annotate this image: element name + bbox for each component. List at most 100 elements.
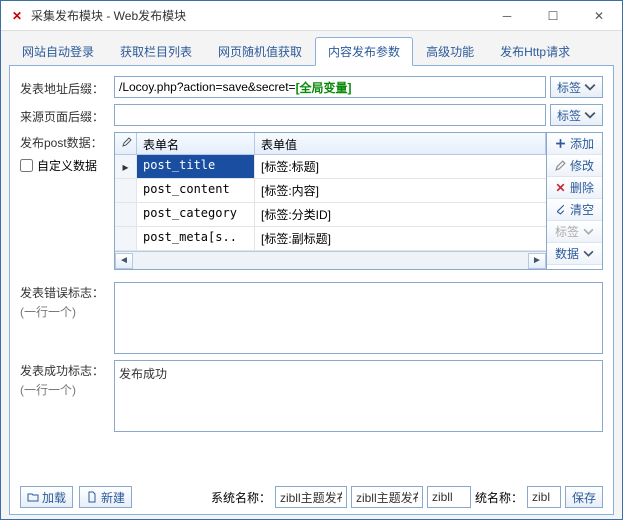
tab-0[interactable]: 网站自动登录	[9, 37, 107, 66]
cell-value[interactable]: [标签:标题]	[255, 155, 546, 178]
chevron-down-icon	[583, 248, 594, 259]
tab-bar: 网站自动登录获取栏目列表网页随机值获取内容发布参数高级功能发布Http请求	[9, 37, 614, 66]
label-custom-data: 自定义数据	[37, 157, 97, 174]
minimize-button[interactable]: ─	[484, 1, 530, 31]
cell-value[interactable]: [标签:副标题]	[255, 227, 546, 250]
grid-header: 表单名 表单值	[115, 133, 546, 155]
cell-value[interactable]: [标签:内容]	[255, 179, 546, 202]
window-title: 采集发布模块 - Web发布模块	[31, 7, 484, 24]
load-button[interactable]: 加载	[20, 486, 73, 508]
row-selector[interactable]: ▸	[115, 155, 137, 178]
row-url-suffix: 发表地址后缀： /Locoy.php?action=save&secret=[全…	[20, 76, 603, 98]
row-selector[interactable]	[115, 227, 137, 250]
table-row[interactable]: post_meta[s..[标签:副标题]	[115, 227, 546, 251]
label-ok-mark: 发表成功标志：	[20, 360, 110, 379]
label-alias: 统名称：	[475, 489, 523, 506]
tag-button-url[interactable]: 标签	[550, 76, 603, 98]
row-selector[interactable]	[115, 203, 137, 226]
cell-name[interactable]: post_title	[137, 155, 255, 178]
row-success-marks: 发表成功标志： (一行一个) 发布成功	[20, 360, 603, 432]
tag-button-side[interactable]: 标签	[547, 221, 602, 243]
window-controls: ─ ☐ ✕	[484, 1, 622, 31]
row-post-data: 发布post数据： 自定义数据 表单名 表单值	[20, 132, 603, 270]
table-row[interactable]: post_content[标签:内容]	[115, 179, 546, 203]
scroll-left-button[interactable]: ◄	[115, 253, 133, 269]
add-button[interactable]: 添加	[547, 133, 602, 155]
post-data-labels: 发布post数据： 自定义数据	[20, 132, 110, 174]
tag-button-referer[interactable]: 标签	[550, 104, 603, 126]
row-referer: 来源页面后缀： 标签	[20, 104, 603, 126]
error-labels: 发表错误标志： (一行一个)	[20, 282, 110, 354]
edit-button[interactable]: 修改	[547, 155, 602, 177]
open-icon	[27, 491, 39, 503]
cell-value[interactable]: [标签:分类ID]	[255, 203, 546, 226]
chevron-down-icon	[583, 226, 594, 237]
data-button[interactable]: 数据	[547, 243, 602, 265]
plus-icon	[555, 138, 566, 149]
hint-ok: (一行一个)	[20, 379, 110, 398]
grid-side-buttons: 添加 修改 删除 清空 标签 数据	[546, 133, 602, 269]
error-marks-input[interactable]	[114, 282, 603, 354]
tab-4[interactable]: 高级功能	[413, 37, 487, 66]
tab-3[interactable]: 内容发布参数	[315, 37, 413, 66]
table-row[interactable]: post_category[标签:分类ID]	[115, 203, 546, 227]
tab-1[interactable]: 获取栏目列表	[107, 37, 205, 66]
custom-data-checkbox[interactable]	[20, 159, 33, 172]
url-suffix-tag: [全局变量]	[296, 79, 352, 96]
content-area: 网站自动登录获取栏目列表网页随机值获取内容发布参数高级功能发布Http请求 发表…	[1, 31, 622, 519]
app-window: ✕ 采集发布模块 - Web发布模块 ─ ☐ ✕ 网站自动登录获取栏目列表网页随…	[0, 0, 623, 520]
label-url-suffix: 发表地址后缀：	[20, 76, 110, 97]
label-post-data: 发布post数据：	[20, 132, 110, 151]
referer-input[interactable]	[114, 104, 546, 126]
table-row[interactable]: ▸post_title[标签:标题]	[115, 155, 546, 179]
file-icon	[86, 491, 98, 503]
sys-name-input-1[interactable]	[275, 486, 347, 508]
footer-right: 系统名称： 统名称： 保存	[211, 486, 603, 508]
label-sys-name: 系统名称：	[211, 489, 271, 506]
clear-button[interactable]: 清空	[547, 199, 602, 221]
cell-name[interactable]: post_meta[s..	[137, 227, 255, 250]
hint-err: (一行一个)	[20, 301, 110, 320]
label-err-mark: 发表错误标志：	[20, 282, 110, 301]
tab-2[interactable]: 网页随机值获取	[205, 37, 315, 66]
grid-scrollbar[interactable]: ◄ ►	[115, 251, 546, 269]
scroll-right-button[interactable]: ►	[528, 253, 546, 269]
chevron-down-icon	[584, 81, 596, 93]
cell-name[interactable]: post_content	[137, 179, 255, 202]
grid-body: ▸post_title[标签:标题]post_content[标签:内容]pos…	[115, 155, 546, 251]
url-suffix-input[interactable]: /Locoy.php?action=save&secret=[全局变量]	[114, 76, 546, 98]
broom-icon	[555, 204, 566, 215]
app-icon: ✕	[9, 8, 25, 24]
maximize-button[interactable]: ☐	[530, 1, 576, 31]
chevron-down-icon	[584, 109, 596, 121]
custom-data-checkbox-wrap[interactable]: 自定义数据	[20, 151, 110, 174]
scroll-track[interactable]	[133, 253, 528, 269]
cell-name[interactable]: post_category	[137, 203, 255, 226]
post-data-grid: 表单名 表单值 ▸post_title[标签:标题]post_content[标…	[115, 133, 546, 269]
tab-5[interactable]: 发布Http请求	[487, 37, 583, 66]
success-marks-input[interactable]: 发布成功	[114, 360, 603, 432]
success-labels: 发表成功标志： (一行一个)	[20, 360, 110, 432]
spacer	[20, 438, 603, 476]
pencil-icon	[121, 136, 133, 148]
tab-panel: 发表地址后缀： /Locoy.php?action=save&secret=[全…	[9, 66, 614, 515]
save-button[interactable]: 保存	[565, 486, 603, 508]
row-error-marks: 发表错误标志： (一行一个)	[20, 282, 603, 354]
row-selector[interactable]	[115, 179, 137, 202]
x-icon	[555, 182, 566, 193]
footer: 加载 新建 系统名称： 统名称： 保存	[20, 482, 603, 508]
grid-wrap: 表单名 表单值 ▸post_title[标签:标题]post_content[标…	[114, 132, 603, 270]
grid-header-name[interactable]: 表单名	[137, 133, 255, 154]
titlebar: ✕ 采集发布模块 - Web发布模块 ─ ☐ ✕	[1, 1, 622, 31]
grid-header-value[interactable]: 表单值	[255, 133, 546, 154]
grid-header-selector[interactable]	[115, 133, 137, 154]
label-referer: 来源页面后缀：	[20, 104, 110, 125]
sys-name-input-3[interactable]	[427, 486, 471, 508]
delete-button[interactable]: 删除	[547, 177, 602, 199]
new-button[interactable]: 新建	[79, 486, 132, 508]
sys-name-input-2[interactable]	[351, 486, 423, 508]
close-button[interactable]: ✕	[576, 1, 622, 31]
url-suffix-value: /Locoy.php?action=save&secret=	[119, 80, 296, 94]
pencil-icon	[555, 160, 566, 171]
alias-input[interactable]	[527, 486, 561, 508]
